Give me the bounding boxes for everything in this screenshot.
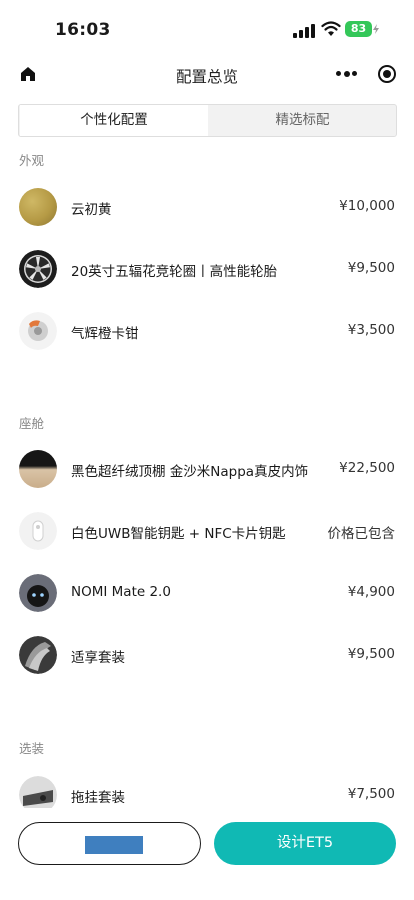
list-item[interactable]: 适享套装 ¥9,500 (0, 632, 414, 680)
tab-personalized[interactable]: 个性化配置 (20, 105, 208, 136)
item-name: 云初黄 (71, 202, 112, 218)
list-item[interactable]: 黑色超纤绒顶棚 金沙米Nappa真皮内饰 ¥22,500 (0, 446, 414, 494)
item-name: 黑色超纤绒顶棚 金沙米Nappa真皮内饰 (71, 464, 309, 480)
item-name: 气辉橙卡钳 (71, 326, 139, 342)
nav-bar: 配置总览 (0, 55, 414, 95)
close-target-icon[interactable] (378, 65, 396, 83)
mini-program-capsule (330, 57, 407, 91)
nomi-thumbnail (19, 574, 57, 612)
bottom-action-bar: 设计ET5 (0, 808, 414, 900)
list-item[interactable]: 20英寸五辐花竞轮圈丨高性能轮胎 ¥9,500 (0, 246, 414, 294)
design-car-button[interactable]: 设计ET5 (214, 822, 396, 865)
wheel-thumbnail (19, 250, 57, 288)
item-name: NOMI Mate 2.0 (71, 584, 171, 600)
color-swatch-thumbnail (19, 188, 57, 226)
item-price: ¥4,900 (347, 584, 395, 600)
signal-icon (293, 24, 315, 38)
item-name: 适享套装 (71, 650, 125, 666)
section-label-exterior: 外观 (19, 153, 45, 168)
tab-standard[interactable]: 精选标配 (209, 105, 396, 136)
list-item[interactable]: 气辉橙卡钳 ¥3,500 (0, 308, 414, 356)
list-item[interactable]: 云初黄 ¥10,000 (0, 184, 414, 232)
charging-icon (373, 24, 379, 34)
list-item[interactable]: 白色UWB智能钥匙 + NFC卡片钥匙 价格已包含 (0, 508, 414, 556)
redacted-label (85, 836, 143, 854)
item-price: ¥9,500 (347, 646, 395, 662)
item-price: 价格已包含 (327, 526, 396, 542)
item-name: 拖挂套装 (71, 790, 125, 806)
item-name: 白色UWB智能钥匙 + NFC卡片钥匙 (71, 526, 286, 542)
key-thumbnail (19, 512, 57, 550)
section-label-cabin: 座舱 (19, 416, 45, 431)
battery-indicator: 83 (345, 21, 379, 38)
config-tabs: 个性化配置 精选标配 (18, 104, 397, 137)
list-item[interactable]: NOMI Mate 2.0 ¥4,900 (0, 570, 414, 618)
battery-level: 83 (345, 21, 372, 37)
secondary-button[interactable] (18, 822, 201, 865)
item-price: ¥3,500 (347, 322, 395, 338)
interior-thumbnail (19, 450, 57, 488)
more-icon[interactable] (336, 70, 358, 77)
wifi-icon (321, 21, 341, 36)
status-bar: 16:03 83 (0, 0, 414, 50)
item-price: ¥7,500 (347, 786, 395, 802)
status-time: 16:03 (55, 20, 111, 40)
caliper-thumbnail (19, 312, 57, 350)
seat-package-thumbnail (19, 636, 57, 674)
item-price: ¥10,000 (339, 198, 395, 214)
section-label-options: 选装 (19, 741, 45, 756)
item-name: 20英寸五辐花竞轮圈丨高性能轮胎 (71, 264, 278, 280)
item-price: ¥22,500 (339, 460, 395, 476)
item-price: ¥9,500 (347, 260, 395, 276)
